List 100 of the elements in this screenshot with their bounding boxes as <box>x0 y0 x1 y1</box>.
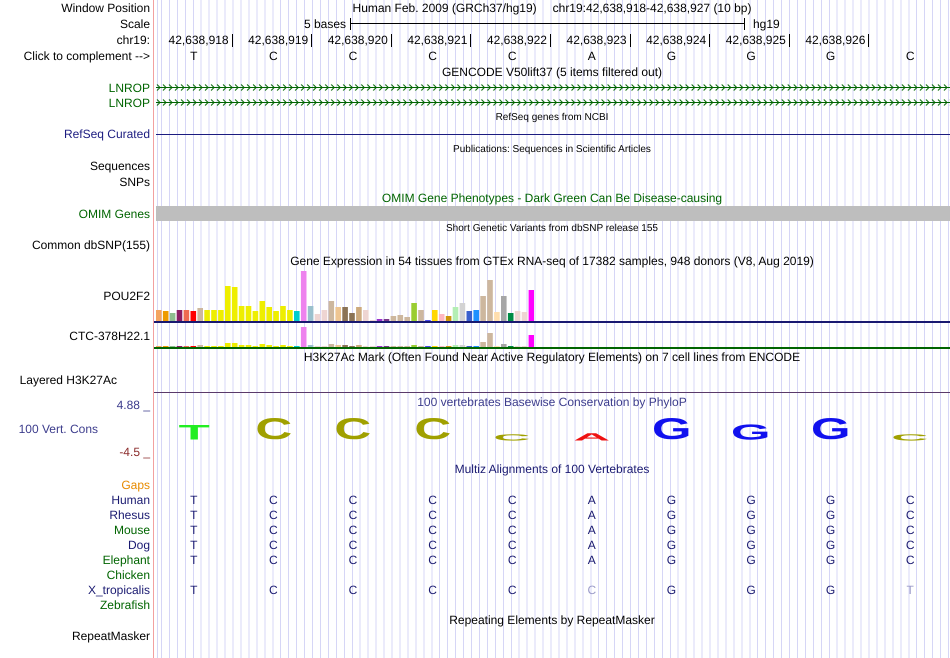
alignment-base: C <box>348 522 358 536</box>
track-title: Publications: Sequences in Scientific Articles <box>453 143 651 157</box>
coordinate-label: 42,638,922 <box>486 34 551 46</box>
coordinate-label: 42,638,923 <box>566 34 631 46</box>
alignment-base: C <box>428 582 437 596</box>
species-label[interactable]: Mouse <box>114 522 150 536</box>
sequence-base[interactable]: C <box>428 49 437 63</box>
alignment-base: G <box>826 582 836 596</box>
coordinate-label: 42,638,926 <box>805 34 870 46</box>
species-label[interactable]: Rhesus <box>109 508 150 522</box>
track-label[interactable]: CTC-378H22.1 <box>69 329 150 343</box>
track-label[interactable]: LNROP <box>108 96 150 110</box>
conservation-letter: C <box>414 419 451 441</box>
alignment-base: G <box>826 508 836 522</box>
sequence-base[interactable]: C <box>906 49 915 63</box>
sequence-base[interactable]: G <box>746 49 756 63</box>
alignment-base: C <box>348 508 358 522</box>
sequence-base[interactable]: T <box>190 49 198 63</box>
alignment-base: C <box>348 538 358 552</box>
conservation-letter: T <box>178 426 210 441</box>
track-title: Gene Expression in 54 tissues from GTEx RNA-seq of 17382 samples, 948 donors (V8, Aug 2019) <box>290 254 814 268</box>
alignment-base: T <box>190 552 198 566</box>
track-label[interactable]: SNPs <box>119 175 150 189</box>
species-label[interactable]: Elephant <box>102 552 150 566</box>
conservation-letter: G <box>731 425 771 441</box>
alignment-base: C <box>428 522 437 536</box>
sequence-base[interactable]: C <box>508 49 517 63</box>
species-label[interactable]: Human <box>111 492 150 506</box>
alignment-base: T <box>190 582 198 596</box>
alignment-base: G <box>826 492 836 506</box>
sequence-base[interactable]: G <box>826 49 836 63</box>
alignment-base: C <box>269 582 278 596</box>
sequence-base[interactable]: C <box>269 49 278 63</box>
alignment-base: T <box>190 492 198 506</box>
alignment-base: C <box>508 522 517 536</box>
track-label[interactable]: Sequences <box>90 159 150 173</box>
alignment-base: C <box>508 582 517 596</box>
alignment-base: G <box>746 522 756 536</box>
row-label: Window Position <box>61 1 150 15</box>
alignment-base: C <box>428 508 437 522</box>
species-label[interactable]: Zebrafish <box>100 598 150 612</box>
track-title: GENCODE V50lift37 (5 items filtered out) <box>442 65 662 79</box>
species-label[interactable]: X_tropicalis <box>88 582 150 596</box>
position-title: chr19:42,638,918-42,638,927 (10 bp) <box>552 1 752 15</box>
alignment-base: G <box>666 492 676 506</box>
alignment-base: C <box>428 538 437 552</box>
alignment-base: C <box>508 552 517 566</box>
coordinate-label: 42,638,924 <box>646 34 710 46</box>
alignment-base: C <box>269 508 278 522</box>
track-label[interactable]: Common dbSNP(155) <box>32 238 150 252</box>
alignment-base: C <box>348 582 358 596</box>
track-label[interactable]: LNROP <box>108 80 150 94</box>
track-label[interactable]: Layered H3K27Ac <box>20 372 117 386</box>
alignment-base: G <box>746 508 756 522</box>
alignment-base: A <box>588 538 596 552</box>
alignment-base: A <box>588 552 596 566</box>
alignment-base: C <box>348 552 358 566</box>
track-label[interactable]: POU2F2 <box>103 289 150 303</box>
complement-link[interactable]: Click to complement --> <box>24 49 150 63</box>
alignment-base: G <box>666 538 676 552</box>
coordinate-label: 42,638,921 <box>407 34 472 46</box>
alignment-base: C <box>269 538 278 552</box>
sequence-base[interactable]: G <box>666 49 676 63</box>
alignment-base: A <box>588 508 596 522</box>
alignment-base: G <box>666 552 676 566</box>
alignment-base: T <box>906 582 914 596</box>
alignment-base: T <box>190 522 198 536</box>
alignment-base: C <box>587 582 596 596</box>
alignment-base: C <box>906 552 915 566</box>
track-title: Short Genetic Variants from dbSNP release 155 <box>446 222 658 236</box>
alignment-base: C <box>348 492 358 506</box>
track-title: Repeating Elements by RepeatMasker <box>449 613 655 627</box>
track-title: Multiz Alignments of 100 Vertebrates <box>454 462 650 476</box>
track-label[interactable]: 100 Vert. Cons <box>18 422 98 436</box>
species-label[interactable]: Chicken <box>106 568 150 582</box>
conservation-letter: G <box>810 419 850 441</box>
alignment-base: G <box>666 582 676 596</box>
track-title: RefSeq genes from NCBI <box>496 111 608 125</box>
alignment-base: C <box>906 538 915 552</box>
coordinate-label: 42,638,919 <box>248 34 312 46</box>
row-label: chr19: <box>116 33 150 47</box>
alignment-base: G <box>746 552 756 566</box>
alignment-base: C <box>269 492 278 506</box>
track-label[interactable]: OMIM Genes <box>78 206 150 220</box>
coordinate-label: 42,638,925 <box>726 34 790 46</box>
alignment-base: C <box>906 492 915 506</box>
sequence-base[interactable]: C <box>348 49 358 63</box>
track-label[interactable]: RepeatMasker <box>72 629 150 643</box>
scale-text: 5 bases <box>304 17 346 31</box>
coordinate-label: 42,638,918 <box>168 34 233 46</box>
conservation-letter: C <box>494 434 531 441</box>
track-label[interactable]: RefSeq Curated <box>64 127 150 141</box>
assembly-title: Human Feb. 2009 (GRCh37/hg19) <box>352 1 537 15</box>
sequence-base[interactable]: A <box>588 49 596 63</box>
alignment-base: A <box>588 492 596 506</box>
species-label[interactable]: Dog <box>128 538 150 552</box>
conservation-letter: C <box>892 434 929 441</box>
alignment-base: C <box>508 492 517 506</box>
alignment-base: G <box>666 522 676 536</box>
axis-min-label: -4.5 _ <box>119 445 150 459</box>
